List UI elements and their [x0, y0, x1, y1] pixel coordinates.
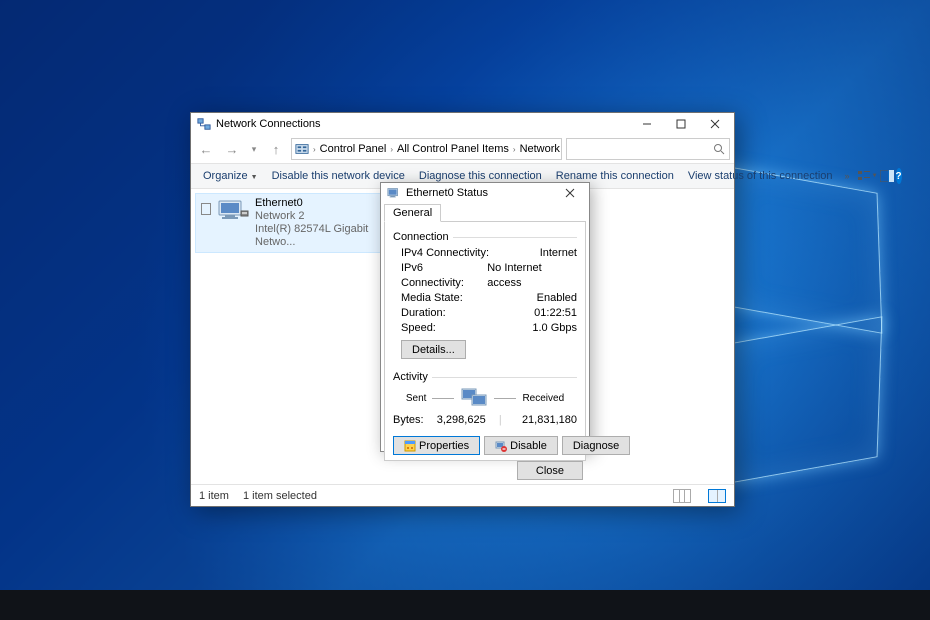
sent-label: Sent [406, 393, 427, 404]
ipv6-value: No Internet access [487, 261, 577, 291]
network-adapter-icon [387, 186, 401, 200]
breadcrumb-segment[interactable]: Network Connections [520, 143, 562, 155]
window-titlebar[interactable]: Network Connections [191, 113, 734, 135]
breadcrumb-segment[interactable]: All Control Panel Items [397, 143, 509, 155]
tab-general[interactable]: General [384, 204, 441, 222]
nav-back-button[interactable]: ← [195, 138, 217, 160]
nav-up-button[interactable]: ↑ [265, 138, 287, 160]
speed-value: 1.0 Gbps [532, 321, 577, 336]
window-title: Network Connections [216, 118, 321, 130]
chevron-right-icon[interactable]: › [513, 145, 516, 154]
address-bar[interactable]: › Control Panel › All Control Panel Item… [291, 138, 562, 160]
chevron-right-icon[interactable]: › [313, 145, 316, 154]
media-state-value: Enabled [537, 291, 577, 306]
connection-adapter: Intel(R) 82574L Gigabit Netwo... [255, 223, 381, 249]
item-checkbox[interactable] [201, 203, 211, 215]
chevron-right-icon[interactable]: › [390, 145, 393, 154]
speed-label: Speed: [401, 321, 436, 336]
tab-row: General [381, 203, 589, 221]
preview-pane-button[interactable] [880, 167, 894, 185]
bytes-label: Bytes: [393, 413, 424, 428]
breadcrumb-segment[interactable]: Control Panel [320, 143, 387, 155]
tiles-view-button[interactable] [708, 489, 726, 503]
connection-name: Ethernet0 [255, 197, 381, 210]
taskbar[interactable] [0, 590, 930, 620]
dialog-close-button[interactable] [553, 183, 587, 203]
network-connections-icon [197, 117, 211, 131]
duration-value: 01:22:51 [534, 306, 577, 321]
selection-count: 1 item selected [243, 490, 317, 502]
ipv4-label: IPv4 Connectivity: [401, 246, 489, 261]
dialog-titlebar[interactable]: Ethernet0 Status [381, 183, 589, 203]
connection-item-ethernet0[interactable]: Ethernet0 Network 2 Intel(R) 82574L Giga… [195, 193, 385, 253]
search-input[interactable] [566, 138, 730, 160]
close-button[interactable]: Close [517, 461, 583, 480]
item-count: 1 item [199, 490, 229, 502]
ethernet-status-dialog: Ethernet0 Status General Connection IPv4… [380, 182, 590, 452]
group-activity-label: Activity [393, 371, 428, 383]
disable-button[interactable]: Disable [484, 436, 558, 455]
connection-network: Network 2 [255, 210, 381, 223]
dialog-title: Ethernet0 Status [406, 187, 488, 199]
details-button[interactable]: Details... [401, 340, 466, 359]
properties-button[interactable]: Properties [393, 436, 480, 455]
bytes-received-value: 21,831,180 [502, 413, 577, 428]
received-label: Received [522, 393, 564, 404]
view-status-button[interactable]: View status of this connection [682, 167, 839, 185]
organize-menu[interactable]: Organize▼ [197, 167, 264, 185]
close-button[interactable] [698, 114, 732, 134]
ipv6-label: IPv6 Connectivity: [401, 261, 487, 291]
group-connection-label: Connection [393, 231, 449, 243]
help-button[interactable]: ? [896, 168, 902, 184]
tab-panel-general: Connection IPv4 Connectivity: Internet IP… [384, 221, 586, 461]
overflow-chevron-icon[interactable]: » [841, 171, 854, 181]
activity-computers-icon [460, 387, 488, 409]
diagnose-button[interactable]: Diagnose [562, 436, 630, 455]
ipv4-value: Internet [540, 246, 577, 261]
duration-label: Duration: [401, 306, 446, 321]
status-bar: 1 item 1 item selected [191, 484, 734, 506]
network-adapter-icon [217, 197, 249, 223]
media-state-label: Media State: [401, 291, 463, 306]
maximize-button[interactable] [664, 114, 698, 134]
search-icon [713, 143, 725, 155]
nav-history-button[interactable]: ▾ [247, 138, 261, 160]
control-panel-icon [295, 142, 309, 156]
nav-forward-button[interactable]: → [221, 138, 243, 160]
bytes-sent-value: 3,298,625 [424, 413, 499, 428]
details-view-button[interactable] [673, 489, 691, 503]
nav-bar: ← → ▾ ↑ › Control Panel › All Control Pa… [191, 135, 734, 163]
view-options-button[interactable]: ▼ [858, 167, 878, 185]
minimize-button[interactable] [630, 114, 664, 134]
